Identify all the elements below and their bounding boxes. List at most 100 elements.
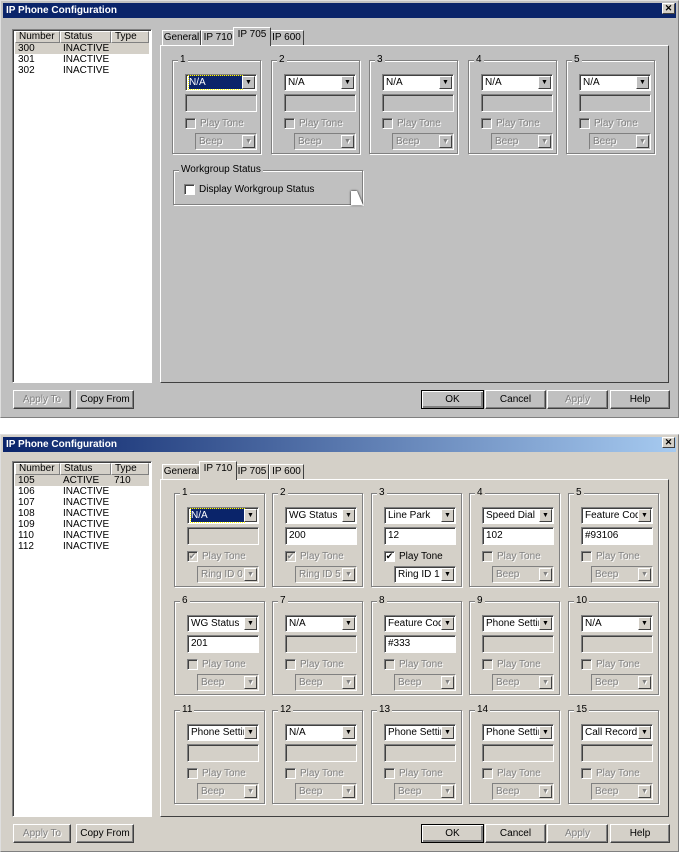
help-button[interactable]: Help bbox=[610, 824, 670, 843]
column-header-number[interactable]: Number bbox=[15, 31, 60, 43]
checkmark-icon[interactable]: ✔ bbox=[384, 550, 395, 562]
chevron-down-icon[interactable]: ▼ bbox=[539, 509, 552, 522]
value-field[interactable]: 12 bbox=[384, 527, 456, 545]
ring-dropdown: Beep ▼ bbox=[295, 783, 357, 800]
chevron-down-icon[interactable]: ▼ bbox=[244, 726, 257, 739]
function-dropdown[interactable]: WG Status ▼ bbox=[187, 615, 259, 632]
chevron-down-icon[interactable]: ▼ bbox=[636, 76, 649, 89]
chevron-down-icon[interactable]: ▼ bbox=[441, 509, 454, 522]
ok-button[interactable]: OK bbox=[421, 824, 484, 843]
apply-button[interactable]: Apply bbox=[547, 824, 608, 843]
list-row[interactable]: 105 ACTIVE 710 bbox=[15, 475, 149, 486]
ring-dropdown: Beep ▼ bbox=[492, 674, 554, 691]
tab-general[interactable]: General bbox=[162, 30, 201, 46]
help-button[interactable]: Help bbox=[610, 390, 670, 409]
chevron-down-icon[interactable]: ▼ bbox=[638, 726, 651, 739]
function-dropdown[interactable]: Feature Code▼ bbox=[581, 507, 653, 524]
function-dropdown[interactable]: Phone Setting▼ bbox=[384, 724, 456, 741]
chevron-down-icon[interactable]: ▼ bbox=[441, 726, 454, 739]
list-row[interactable]: 112 INACTIVE bbox=[15, 541, 149, 552]
tab-general[interactable]: General bbox=[162, 464, 201, 480]
list-row[interactable]: 300 INACTIVE bbox=[15, 43, 149, 54]
value-field bbox=[581, 744, 653, 762]
tab-ip600[interactable]: IP 600 bbox=[269, 30, 304, 46]
extension-list[interactable]: Number Status Type 105 ACTIVE 710 106 INACTIVE 1… bbox=[12, 461, 152, 817]
column-header-type[interactable]: Type bbox=[111, 31, 149, 43]
workgroup-status-group: Workgroup Status Display Workgroup Status bbox=[173, 164, 363, 205]
close-icon[interactable]: ✕ bbox=[662, 437, 675, 448]
chevron-down-icon[interactable]: ▼ bbox=[342, 509, 355, 522]
value-field[interactable]: 200 bbox=[285, 527, 357, 545]
list-row[interactable]: 302 INACTIVE bbox=[15, 65, 149, 76]
checkbox-box[interactable] bbox=[184, 183, 195, 195]
chevron-down-icon[interactable]: ▼ bbox=[539, 617, 552, 630]
list-row[interactable]: 107 INACTIVE bbox=[15, 497, 149, 508]
column-header-status[interactable]: Status bbox=[60, 463, 111, 475]
apply-to-button[interactable]: Apply To bbox=[13, 390, 71, 409]
list-row[interactable]: 301 INACTIVE bbox=[15, 54, 149, 65]
function-dropdown[interactable]: N/A ▼ bbox=[581, 615, 653, 632]
function-dropdown[interactable]: N/A ▼ bbox=[382, 74, 454, 91]
display-workgroup-status-checkbox[interactable]: Display Workgroup Status bbox=[184, 183, 314, 195]
function-dropdown[interactable]: N/A ▼ bbox=[187, 507, 259, 524]
cancel-button[interactable]: Cancel bbox=[485, 824, 546, 843]
tab-ip705[interactable]: IP 705 bbox=[233, 27, 271, 46]
function-dropdown[interactable]: Phone Setting▼ bbox=[482, 724, 554, 741]
list-row[interactable]: 110 INACTIVE bbox=[15, 530, 149, 541]
chevron-down-icon[interactable]: ▼ bbox=[441, 568, 454, 581]
chevron-down-icon[interactable]: ▼ bbox=[441, 617, 454, 630]
tab-ip600[interactable]: IP 600 bbox=[269, 464, 304, 480]
function-dropdown[interactable]: N/A ▼ bbox=[284, 74, 356, 91]
chevron-down-icon[interactable]: ▼ bbox=[341, 76, 354, 89]
column-header-type[interactable]: Type bbox=[111, 463, 149, 475]
chevron-down-icon[interactable]: ▼ bbox=[638, 617, 651, 630]
function-dropdown[interactable]: Phone Setting▼ bbox=[482, 615, 554, 632]
function-dropdown[interactable]: Line Park ▼ bbox=[384, 507, 456, 524]
chevron-down-icon: ▼ bbox=[441, 676, 454, 689]
apply-button[interactable]: Apply bbox=[547, 390, 608, 409]
chevron-down-icon[interactable]: ▼ bbox=[242, 76, 255, 89]
ok-button[interactable]: OK bbox=[421, 390, 484, 409]
copy-from-button[interactable]: Copy From bbox=[76, 390, 134, 409]
chevron-down-icon[interactable]: ▼ bbox=[538, 76, 551, 89]
function-dropdown[interactable]: Phone Setting▼ bbox=[187, 724, 259, 741]
chevron-down-icon[interactable]: ▼ bbox=[244, 617, 257, 630]
close-icon[interactable]: ✕ bbox=[662, 3, 675, 14]
value-field[interactable]: 102 bbox=[482, 527, 554, 545]
function-dropdown[interactable]: Call Record ▼ bbox=[581, 724, 653, 741]
function-dropdown[interactable]: WG Status ▼ bbox=[285, 507, 357, 524]
ring-dropdown[interactable]: Ring ID 1 ▼ bbox=[394, 566, 456, 583]
cancel-button[interactable]: Cancel bbox=[485, 390, 546, 409]
play-tone-checkbox[interactable]: ✔ Play Tone bbox=[384, 550, 443, 562]
checkbox-box bbox=[382, 117, 393, 129]
tab-ip710[interactable]: IP 710 bbox=[201, 30, 235, 46]
function-dropdown[interactable]: N/A ▼ bbox=[579, 74, 651, 91]
function-dropdown[interactable]: Feature Code▼ bbox=[384, 615, 456, 632]
chevron-down-icon[interactable]: ▼ bbox=[439, 76, 452, 89]
list-row[interactable]: 106 INACTIVE bbox=[15, 486, 149, 497]
tab-ip710[interactable]: IP 710 bbox=[199, 461, 237, 480]
ring-value: Beep bbox=[595, 569, 619, 580]
function-dropdown[interactable]: N/A ▼ bbox=[185, 74, 257, 91]
function-dropdown[interactable]: N/A ▼ bbox=[481, 74, 553, 91]
extension-list[interactable]: Number Status Type 300 INACTIVE 301 INACTIVE 30… bbox=[12, 29, 152, 383]
chevron-down-icon[interactable]: ▼ bbox=[342, 617, 355, 630]
chevron-down-icon[interactable]: ▼ bbox=[539, 726, 552, 739]
value-field[interactable]: #333 bbox=[384, 635, 456, 653]
apply-to-button[interactable]: Apply To bbox=[13, 824, 71, 843]
value-field[interactable]: 201 bbox=[187, 635, 259, 653]
copy-from-button[interactable]: Copy From bbox=[76, 824, 134, 843]
function-dropdown[interactable]: Speed Dial ▼ bbox=[482, 507, 554, 524]
chevron-down-icon[interactable]: ▼ bbox=[638, 509, 651, 522]
list-row[interactable]: 108 INACTIVE bbox=[15, 508, 149, 519]
ring-value: Beep bbox=[201, 786, 225, 797]
chevron-down-icon[interactable]: ▼ bbox=[342, 726, 355, 739]
chevron-down-icon[interactable]: ▼ bbox=[244, 509, 257, 522]
function-dropdown[interactable]: N/A ▼ bbox=[285, 615, 357, 632]
column-header-status[interactable]: Status bbox=[60, 31, 111, 43]
value-field[interactable]: #93106 bbox=[581, 527, 653, 545]
list-row[interactable]: 109 INACTIVE bbox=[15, 519, 149, 530]
tab-ip705[interactable]: IP 705 bbox=[235, 464, 269, 480]
function-dropdown[interactable]: N/A ▼ bbox=[285, 724, 357, 741]
column-header-number[interactable]: Number bbox=[15, 463, 60, 475]
